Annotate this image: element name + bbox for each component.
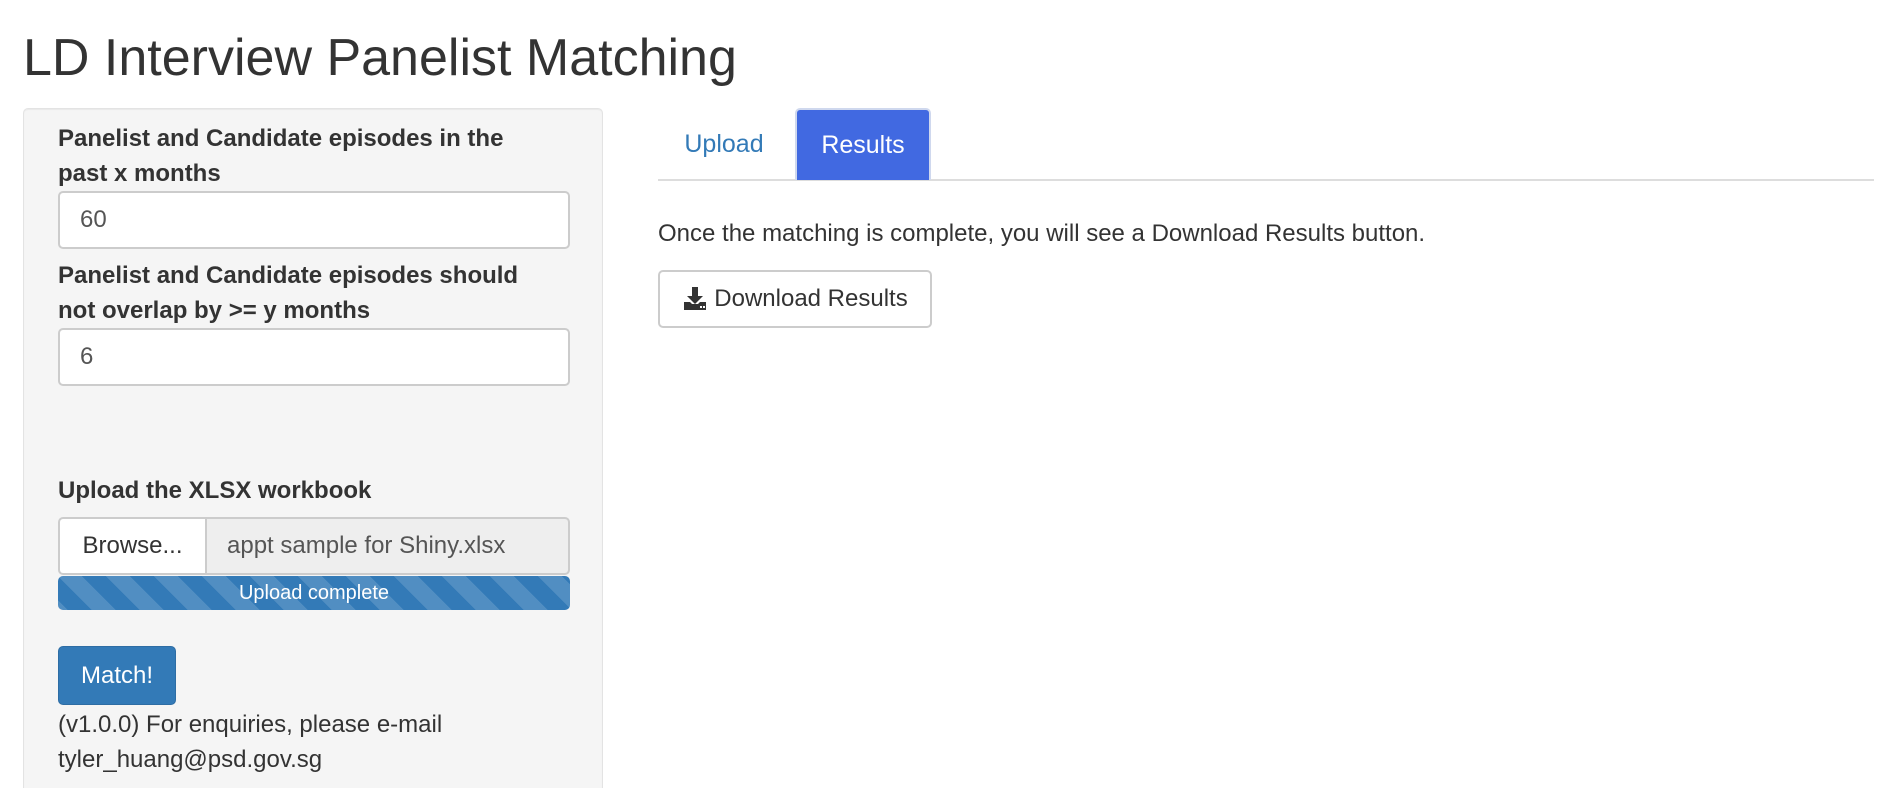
download-results-label: Download Results [714, 285, 908, 312]
page: LD Interview Panelist Matching Panelist … [0, 0, 1895, 788]
download-results-button[interactable]: Download Results [658, 270, 932, 328]
months-input[interactable] [58, 191, 570, 249]
tab-results[interactable]: Results [795, 108, 931, 180]
selected-file-name: appt sample for Shiny.xlsx [205, 517, 570, 575]
months-label: Panelist and Candidate episodes in the p… [58, 125, 504, 187]
results-message: Once the matching is complete, you will … [658, 220, 1426, 247]
upload-progress-bar: Upload complete [58, 576, 570, 610]
browse-button[interactable]: Browse... [58, 517, 205, 575]
upload-label: Upload the XLSX workbook [58, 477, 372, 504]
tab-bar: Upload Results [658, 108, 1874, 181]
version-contact-note: (v1.0.0) For enquiries, please e-mail ty… [58, 711, 443, 773]
overlap-label: Panelist and Candidate episodes should n… [58, 262, 519, 324]
file-input-group: Browse... appt sample for Shiny.xlsx [58, 517, 570, 575]
overlap-input[interactable] [58, 328, 570, 386]
page-title: LD Interview Panelist Matching [23, 29, 737, 87]
match-button[interactable]: Match! [58, 646, 176, 705]
download-icon [682, 286, 708, 312]
upload-progress: Upload complete [58, 576, 570, 610]
tab-upload[interactable]: Upload [658, 108, 790, 180]
sidebar-panel: Panelist and Candidate episodes in the p… [23, 108, 603, 788]
